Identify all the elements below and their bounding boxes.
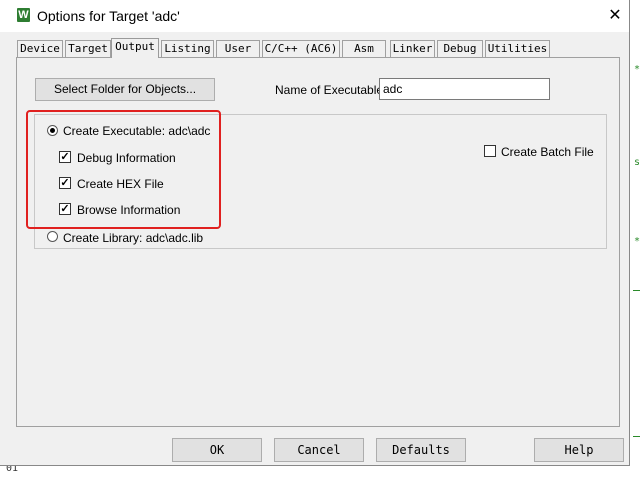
window-title: Options for Target 'adc' xyxy=(37,8,180,24)
tab-utilities[interactable]: Utilities xyxy=(485,40,550,57)
editor-line xyxy=(633,436,640,437)
editor-mark: s xyxy=(634,157,640,168)
create-batch-file-label: Create Batch File xyxy=(501,145,594,159)
tab-user[interactable]: User xyxy=(216,40,260,57)
tab-output[interactable]: Output xyxy=(111,38,159,58)
name-of-executable-label: Name of Executable: xyxy=(275,83,387,97)
create-library-radio[interactable] xyxy=(47,231,58,242)
cancel-button[interactable]: Cancel xyxy=(274,438,364,462)
tab-cpp[interactable]: C/C++ (AC6) xyxy=(262,40,340,57)
defaults-button[interactable]: Defaults xyxy=(376,438,466,462)
background-bottom-strip xyxy=(0,466,640,477)
tab-linker[interactable]: Linker xyxy=(390,40,435,57)
options-dialog: W Options for Target 'adc' ✕ Device Targ… xyxy=(0,0,630,466)
app-icon: W xyxy=(17,8,30,22)
ok-button[interactable]: OK xyxy=(172,438,262,462)
create-batch-file-checkbox[interactable] xyxy=(484,145,496,157)
tab-debug[interactable]: Debug xyxy=(437,40,483,57)
tab-target[interactable]: Target xyxy=(65,40,111,57)
tab-device[interactable]: Device xyxy=(17,40,63,57)
name-of-executable-input[interactable] xyxy=(379,78,550,100)
editor-line xyxy=(633,290,640,291)
title-bar[interactable]: W Options for Target 'adc' ✕ xyxy=(0,0,629,32)
close-button[interactable]: ✕ xyxy=(604,5,626,27)
editor-mark: * xyxy=(634,64,640,75)
tab-listing[interactable]: Listing xyxy=(161,40,214,57)
highlight-annotation-box xyxy=(26,110,221,229)
create-library-label: Create Library: adc\adc.lib xyxy=(63,231,204,245)
help-button[interactable]: Help xyxy=(534,438,624,462)
editor-mark: * xyxy=(634,236,640,247)
select-folder-button[interactable]: Select Folder for Objects... xyxy=(35,78,215,101)
tab-asm[interactable]: Asm xyxy=(342,40,386,57)
